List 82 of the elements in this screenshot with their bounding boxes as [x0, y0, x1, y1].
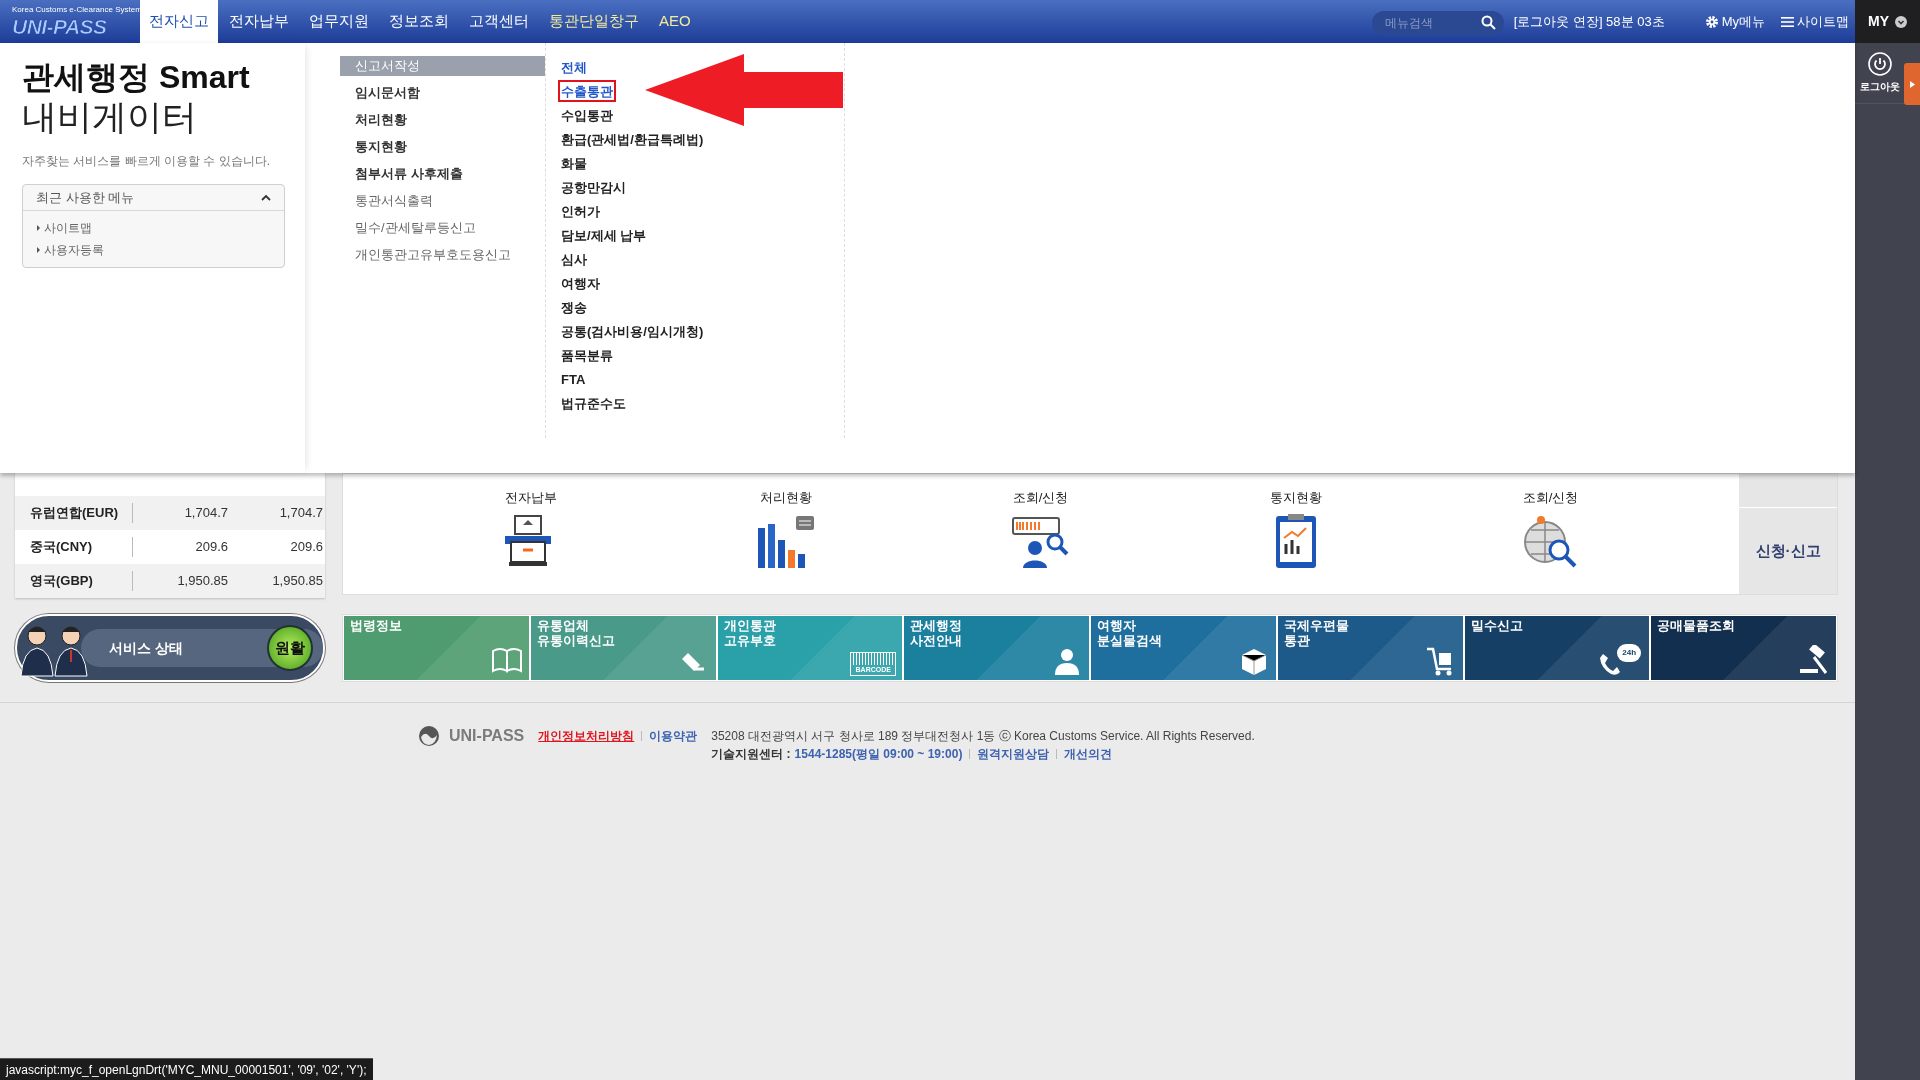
- submenu-item[interactable]: 전체: [558, 56, 590, 78]
- menu-item[interactable]: 통지현황: [340, 137, 545, 157]
- currency-cell: 중국(CNY): [15, 537, 133, 557]
- nav-tab[interactable]: AEO: [650, 0, 700, 43]
- quick-service-item[interactable]: 처리현황: [658, 474, 913, 594]
- footer-link[interactable]: 이용약관: [649, 727, 698, 745]
- nav-tab[interactable]: 전자신고: [140, 0, 218, 43]
- currency-cell: 영국(GBP): [15, 571, 133, 591]
- support-number: 1544-1285(평일 09:00 ~ 19:00): [794, 746, 963, 763]
- service-tile[interactable]: 관세행정 사전안내: [904, 616, 1089, 680]
- rate-cell-text: 209.6: [194, 538, 228, 557]
- footer-link[interactable]: 개선의견: [1064, 745, 1113, 763]
- menu-item[interactable]: 처리현황: [340, 110, 545, 130]
- nav-tab[interactable]: 통관단일창구: [540, 0, 648, 43]
- menu-icon: [1781, 15, 1794, 28]
- submenu-item[interactable]: 환급(관세법/환급특례법): [558, 128, 707, 150]
- recent-menu-header[interactable]: 최근 사용한 메뉴: [23, 185, 284, 211]
- caret-right-icon: [37, 225, 40, 231]
- panel-toggle-tab[interactable]: [1904, 63, 1920, 105]
- my-menu-button[interactable]: MY: [1855, 0, 1920, 43]
- emblem-icon: [418, 725, 440, 747]
- submenu-item[interactable]: 화물: [558, 152, 590, 174]
- menu-item[interactable]: 임시문서함: [340, 83, 545, 103]
- service-tile[interactable]: 국제우편물 통관: [1277, 616, 1463, 680]
- quick-service-item[interactable]: 전자납부: [403, 474, 658, 594]
- footer-link[interactable]: 개인정보처리방침: [538, 727, 635, 745]
- submenu-item[interactable]: FTA: [558, 368, 589, 390]
- footer-address: 35208 대전광역시 서구 청사로 189 정부대전청사 1동 ⓒ Korea Customs Service. All Rights Reserved.: [711, 728, 1255, 745]
- recent-menu-item[interactable]: 사용자등록: [37, 241, 270, 259]
- search-icon: [1480, 14, 1496, 30]
- search-field[interactable]: 메뉴검색: [1371, 10, 1504, 35]
- submenu-item[interactable]: 여행자: [558, 272, 603, 294]
- session-extend-link[interactable]: [로그아웃 연장] 58분 03초: [1513, 11, 1665, 32]
- menu-item[interactable]: 개인통관고유부호도용신고: [340, 245, 545, 265]
- caret-right-icon: [1909, 80, 1915, 88]
- rate-cell-text: 1,950.85: [271, 572, 323, 591]
- menu-item[interactable]: 밀수/관세탈루등신고: [340, 218, 545, 238]
- my-menu-link[interactable]: My메뉴: [1704, 11, 1765, 32]
- quick-service-item[interactable]: 통지현황: [1168, 474, 1423, 594]
- caret-right-icon: [37, 247, 40, 253]
- submenu-item[interactable]: 품목분류: [558, 344, 616, 366]
- rate-cell-text: 209.6: [289, 538, 323, 557]
- submenu-item[interactable]: 수입통관: [558, 104, 616, 126]
- phone-icon: [1599, 652, 1622, 676]
- currency-cell: 유럽연합(EUR): [15, 503, 133, 523]
- quick-service-item[interactable]: 조회/신청: [913, 474, 1168, 594]
- submenu-item[interactable]: 공항만감시: [558, 176, 629, 198]
- logout-button[interactable]: 로그아웃: [1856, 43, 1904, 103]
- status-indicator: 원활: [267, 625, 313, 671]
- submenu-item[interactable]: 인허가: [558, 200, 603, 222]
- nav-tab[interactable]: 전자납부: [220, 0, 298, 43]
- sitemap-link[interactable]: 사이트맵: [1781, 11, 1849, 32]
- rate-cell-text: 1,950.85: [176, 572, 228, 591]
- navigator-subtitle: 내비게이터: [22, 96, 198, 138]
- service-tile[interactable]: 밀수신고 24h: [1464, 616, 1650, 680]
- submenu-item[interactable]: 심사: [558, 248, 590, 270]
- submenu-item[interactable]: 담보/제세 납부: [558, 224, 650, 246]
- service-tile[interactable]: 공매물품조회: [1651, 616, 1836, 680]
- menu-item[interactable]: 통관서식출력: [340, 191, 545, 211]
- service-tile[interactable]: 여행자 분실물검색: [1091, 616, 1276, 680]
- rate-cell-text: 1,704.7: [278, 504, 323, 523]
- site-logo[interactable]: UNI-PASS: [12, 14, 107, 39]
- gear-icon: [1704, 14, 1719, 29]
- footer-link[interactable]: 원격지원상담: [977, 745, 1050, 763]
- status-bar-url: javascript:myc_f_openLgnDrt('MYC_MNU_00001501', '09', '02', 'Y');: [0, 1058, 373, 1080]
- nav-tab[interactable]: 고객센터: [460, 0, 538, 43]
- navigator-description: 자주찾는 서비스를 빠르게 이용할 수 있습니다.: [22, 153, 271, 170]
- footer-brand: UNI-PASS: [449, 727, 525, 745]
- submenu-item[interactable]: 수출통관: [558, 80, 616, 102]
- submenu-item[interactable]: 쟁송: [558, 296, 590, 318]
- chevron-down-icon: [1895, 15, 1907, 28]
- navigator-title: 관세행정 Smart: [22, 58, 251, 96]
- rate-cell-text: 1,704.7: [183, 504, 228, 523]
- submenu-item[interactable]: 공통(검사비용/임시개청): [558, 320, 707, 342]
- recent-menu-item[interactable]: 사이트맵: [37, 219, 270, 237]
- nav-tab[interactable]: 업무지원: [300, 0, 378, 43]
- support-label: 기술지원센터 :: [711, 746, 791, 763]
- power-icon: [1868, 52, 1892, 76]
- quick-service-item[interactable]: 조회/신청: [1423, 474, 1678, 594]
- submenu-item[interactable]: 법규준수도: [558, 392, 629, 414]
- menu-item[interactable]: 첨부서류 사후제출: [340, 164, 545, 184]
- nav-tab[interactable]: 정보조회: [380, 0, 458, 43]
